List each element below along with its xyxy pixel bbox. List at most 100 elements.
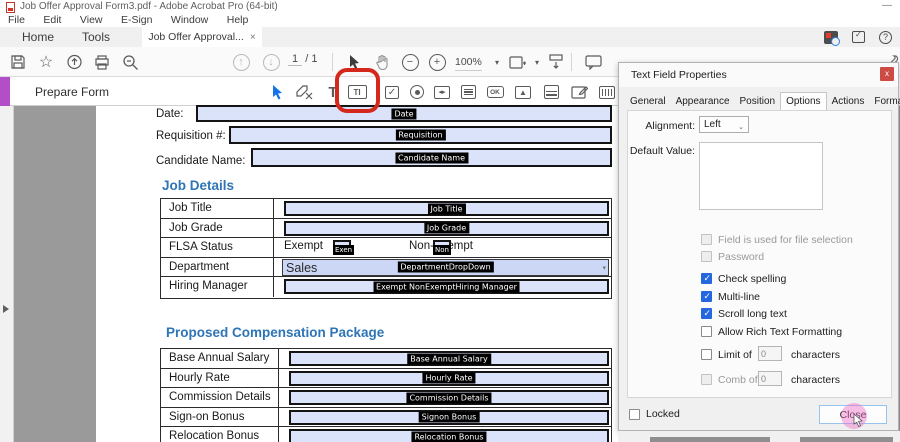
signon-bonus-field[interactable]: Signon Bonus — [289, 410, 609, 425]
print-icon[interactable] — [92, 52, 112, 72]
password-checkbox[interactable] — [701, 251, 712, 262]
comb-characters-suffix: characters — [791, 374, 840, 386]
star-icon[interactable]: ☆ — [36, 52, 56, 72]
minimize-icon[interactable]: — — [882, 0, 892, 11]
menu-esign[interactable]: E-Sign — [121, 14, 153, 27]
default-value-textarea[interactable] — [699, 142, 823, 210]
list-box-tool-icon[interactable] — [457, 81, 479, 103]
tab-appearance[interactable]: Appearance — [671, 93, 735, 110]
tab-format[interactable]: Format — [869, 93, 900, 110]
dialog-close-icon[interactable]: x — [880, 67, 894, 81]
check-spelling-checkbox-row[interactable]: Check spelling — [701, 272, 786, 285]
page-current[interactable]: 1 — [288, 53, 302, 66]
zoom-level[interactable]: 100% — [455, 56, 482, 71]
next-page-icon[interactable]: ↓ — [261, 52, 281, 72]
tab-document[interactable]: Job Offer Approval... × — [142, 27, 262, 47]
file-selection-checkbox-row[interactable]: Field is used for file selection — [701, 233, 853, 246]
job-title-field[interactable]: Job Title — [284, 201, 609, 216]
scroll-long-text-checkbox-row[interactable]: Scroll long text — [701, 307, 787, 320]
job-grade-field[interactable]: Job Grade — [284, 221, 609, 236]
scroll-long-text-checkbox[interactable] — [701, 308, 712, 319]
comb-checkbox-row[interactable]: Comb of — [701, 373, 758, 386]
menu-edit[interactable]: Edit — [43, 14, 61, 27]
locked-checkbox-row[interactable]: Locked — [629, 408, 680, 420]
notifications-icon[interactable] — [852, 31, 865, 43]
locked-checkbox[interactable] — [629, 409, 640, 420]
tab-home[interactable]: Home — [22, 27, 54, 47]
dropdown-arrow-icon[interactable]: ▾ — [602, 264, 606, 272]
tab-position[interactable]: Position — [735, 93, 781, 110]
table-row: Relocation Bonus Relocation Bonus — [161, 427, 611, 442]
base-salary-field[interactable]: Base Annual Salary — [289, 351, 609, 366]
barcode-tool-icon[interactable] — [596, 81, 618, 103]
date-field[interactable]: Date — [196, 105, 612, 122]
department-dropdown-field[interactable]: Sales DepartmentDropDown ▾ — [282, 259, 609, 276]
edit-fields-icon[interactable] — [294, 81, 316, 103]
combo-box-tool-icon[interactable]: ◂▸ — [431, 81, 453, 103]
form-select-tool-icon[interactable] — [266, 81, 288, 103]
radio-button-tool-icon[interactable] — [406, 81, 428, 103]
job-title-label: Job Title — [161, 199, 274, 218]
menu-window[interactable]: Window — [171, 14, 208, 27]
alignment-select[interactable]: Left ⌄ — [699, 116, 749, 133]
page-indicator[interactable]: 1 / 1 — [288, 53, 317, 65]
commission-field[interactable]: Commission Details — [289, 390, 609, 405]
multi-line-checkbox-row[interactable]: Multi-line — [701, 290, 760, 303]
panel-expand-icon[interactable] — [3, 305, 9, 313]
tab-document-label: Job Offer Approval... — [148, 31, 244, 43]
rich-text-checkbox-row[interactable]: Allow Rich Text Formatting — [701, 325, 842, 338]
zoom-search-icon[interactable] — [120, 52, 140, 72]
button-tool-icon[interactable]: OK — [484, 81, 506, 103]
zoom-dropdown-icon[interactable]: ▾ — [487, 52, 507, 72]
signature-field-tool-icon[interactable] — [568, 81, 590, 103]
tab-close-icon[interactable]: × — [250, 32, 256, 43]
table-row: Base Annual Salary Base Annual Salary — [161, 349, 611, 369]
fit-page-icon[interactable] — [508, 52, 528, 72]
image-field-tool-icon[interactable]: ▲ — [512, 81, 534, 103]
previous-page-icon[interactable]: ↑ — [231, 52, 251, 72]
date-label: Date: — [156, 108, 184, 120]
tab-actions[interactable]: Actions — [827, 93, 870, 110]
zoom-out-icon[interactable]: − — [400, 52, 420, 72]
file-selection-checkbox[interactable] — [701, 234, 712, 245]
button-tool-glyph: OK — [487, 86, 504, 98]
candidate-name-field[interactable]: Candidate Name — [251, 148, 612, 167]
checkbox-tool-icon[interactable]: ✓ — [381, 81, 403, 103]
hiring-manager-field[interactable]: Exempt NonExemptHiring Manager — [284, 279, 609, 294]
dialog-title-bar[interactable]: Text Field Properties x — [619, 63, 898, 87]
menu-file[interactable]: File — [8, 14, 25, 27]
hourly-rate-field[interactable]: Hourly Rate — [289, 371, 609, 386]
zoom-in-icon[interactable]: + — [427, 52, 447, 72]
base-salary-label: Base Annual Salary — [161, 349, 279, 368]
scrolling-mode-icon[interactable] — [546, 52, 566, 72]
comb-characters-input[interactable]: 0 — [758, 371, 782, 386]
limit-checkbox[interactable] — [701, 349, 712, 360]
limit-checkbox-row[interactable]: Limit of — [701, 348, 752, 361]
job-details-heading: Job Details — [162, 178, 234, 193]
multi-line-checkbox[interactable] — [701, 291, 712, 302]
fit-dropdown-icon[interactable]: ▾ — [527, 52, 547, 72]
tab-options[interactable]: Options — [780, 92, 826, 110]
share-icon[interactable] — [64, 52, 84, 72]
comment-icon[interactable] — [583, 52, 603, 72]
password-checkbox-row[interactable]: Password — [701, 250, 764, 263]
table-row: Department Sales DepartmentDropDown ▾ — [161, 258, 611, 278]
tab-general[interactable]: General — [625, 93, 671, 110]
requisition-field[interactable]: Requisition — [229, 126, 612, 144]
relocation-bonus-field[interactable]: Relocation Bonus — [289, 429, 609, 442]
menu-help[interactable]: Help — [227, 14, 249, 27]
document-cloud-sync-icon[interactable] — [824, 31, 838, 44]
tab-tools[interactable]: Tools — [82, 27, 110, 47]
signon-bonus-label: Sign-on Bonus — [161, 408, 279, 427]
comb-checkbox[interactable] — [701, 374, 712, 385]
help-icon[interactable]: ? — [879, 31, 892, 44]
signon-bonus-field-badge: Signon Bonus — [419, 412, 480, 423]
limit-characters-input[interactable]: 0 — [758, 346, 782, 361]
rich-text-checkbox[interactable] — [701, 326, 712, 337]
date-field-tool-icon[interactable] — [540, 81, 562, 103]
menu-view[interactable]: View — [80, 14, 103, 27]
hand-tool-icon[interactable] — [372, 52, 392, 72]
save-icon[interactable] — [8, 52, 28, 72]
check-spelling-checkbox[interactable] — [701, 273, 712, 284]
left-panel-rail[interactable] — [0, 106, 14, 442]
